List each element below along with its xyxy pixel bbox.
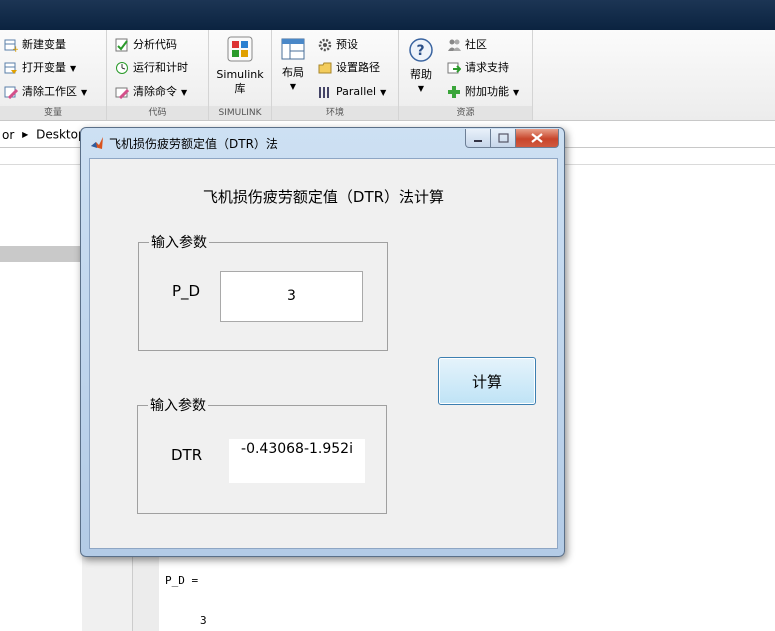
minimize-button[interactable] — [465, 129, 491, 148]
dtr-label: DTR — [171, 446, 203, 464]
clear-commands-button[interactable]: 清除命令 ▼ — [115, 82, 187, 102]
run-and-time-icon — [115, 61, 129, 75]
new-variable-icon: + — [4, 38, 20, 55]
chevron-down-icon: ▼ — [380, 88, 387, 97]
request-support-button[interactable]: 请求支持 — [447, 58, 509, 78]
command-window[interactable]: P_D = 3 — [132, 553, 775, 631]
gear-icon — [318, 38, 332, 52]
command-output-value: 3 — [200, 614, 207, 627]
simulink-library-button[interactable]: Simulink 库 — [213, 36, 267, 96]
svg-text:+: + — [12, 45, 18, 52]
environment-group: 布局 ▼ 预设 设置路径 Parallel ▼ 环境 — [272, 30, 399, 120]
dtr-result-text: -0.43068-1.952i — [229, 439, 365, 483]
clear-workspace-icon — [4, 85, 19, 100]
chevron-right-icon: ▶ — [22, 129, 29, 139]
address-segment-prev[interactable]: or — [2, 128, 14, 142]
run-and-time-button[interactable]: 运行和计时 — [115, 58, 188, 78]
close-icon — [531, 133, 543, 143]
new-variable-button[interactable]: + 新建变量 — [4, 35, 66, 55]
address-segment-desktop[interactable]: Desktop — [36, 128, 86, 142]
chevron-down-icon: ▼ — [417, 84, 425, 93]
open-variable-button[interactable]: 打开变量 ▼ — [4, 58, 76, 78]
chevron-down-icon: ▼ — [513, 88, 520, 97]
code-group-label: 代码 — [107, 106, 208, 120]
code-group: 分析代码 运行和计时 清除命令 ▼ 代码 — [107, 30, 209, 120]
current-folder-pane — [0, 148, 82, 631]
open-variable-icon — [4, 61, 18, 75]
simulink-icon — [213, 36, 267, 66]
chevron-down-icon: ▼ — [289, 82, 297, 91]
output-panel-legend: 输入参数 — [150, 398, 206, 414]
add-ons-button[interactable]: 附加功能 ▼ — [447, 82, 519, 102]
parallel-icon — [318, 85, 332, 99]
resources-group: ? 帮助 ▼ 社区 请求支持 附加功能 ▼ 资源 — [399, 30, 533, 120]
window-controls — [465, 129, 559, 149]
simulink-group-label: SIMULINK — [209, 106, 271, 120]
close-button[interactable] — [515, 129, 559, 148]
preferences-button[interactable]: 预设 — [318, 35, 358, 55]
chevron-down-icon: ▼ — [181, 88, 188, 97]
variable-group-label: 变量 — [0, 106, 106, 120]
dtr-dialog-window: 飞机损伤疲劳额定值（DTR）法 飞机损伤疲劳额定值（DTR）法计算 输入参数 P… — [80, 127, 565, 557]
parallel-button[interactable]: Parallel ▼ — [318, 82, 386, 102]
community-button[interactable]: 社区 — [447, 35, 487, 55]
dialog-client-area: 飞机损伤疲劳额定值（DTR）法计算 输入参数 P_D 3 计算 输入参数 DTR… — [89, 158, 558, 549]
calculate-button[interactable]: 计算 — [438, 357, 536, 405]
svg-text:?: ? — [417, 43, 425, 59]
command-output-line: P_D = — [165, 574, 199, 587]
pd-label: P_D — [172, 282, 201, 300]
maximize-button[interactable] — [490, 129, 516, 148]
add-ons-icon — [447, 85, 461, 99]
community-icon — [447, 38, 461, 52]
layout-icon — [276, 38, 310, 64]
clear-commands-icon — [115, 85, 130, 100]
layout-button[interactable]: 布局 ▼ — [276, 38, 310, 94]
dialog-heading: 飞机损伤疲劳额定值（DTR）法计算 — [202, 188, 445, 206]
app-title-bar — [0, 0, 775, 30]
set-path-button[interactable]: 设置路径 — [318, 58, 380, 78]
folder-path-icon — [318, 61, 332, 75]
pane-header-bar — [0, 246, 82, 262]
help-icon: ? — [403, 38, 439, 66]
input-panel-legend: 输入参数 — [151, 235, 207, 251]
variable-group: + 新建变量 打开变量 ▼ 清除工作区 ▼ 变量 — [0, 30, 107, 120]
chevron-down-icon: ▼ — [70, 64, 77, 73]
request-support-icon — [447, 61, 462, 75]
dialog-title: 飞机损伤疲劳额定值（DTR）法 — [109, 137, 278, 151]
environment-group-label: 环境 — [272, 106, 398, 120]
help-button[interactable]: ? 帮助 ▼ — [403, 38, 439, 96]
resources-group-label: 资源 — [399, 106, 532, 120]
analyze-code-button[interactable]: 分析代码 — [115, 35, 177, 55]
pd-input[interactable]: 3 — [220, 271, 363, 322]
simulink-group: Simulink 库 SIMULINK — [209, 30, 272, 120]
analyze-code-icon — [115, 38, 129, 52]
toolstrip-ribbon: + 新建变量 打开变量 ▼ 清除工作区 ▼ 变量 分析代码 运行和计时 清除命令… — [0, 30, 775, 121]
clear-workspace-button[interactable]: 清除工作区 ▼ — [4, 82, 87, 102]
chevron-down-icon: ▼ — [81, 88, 88, 97]
matlab-logo-icon — [90, 136, 104, 150]
